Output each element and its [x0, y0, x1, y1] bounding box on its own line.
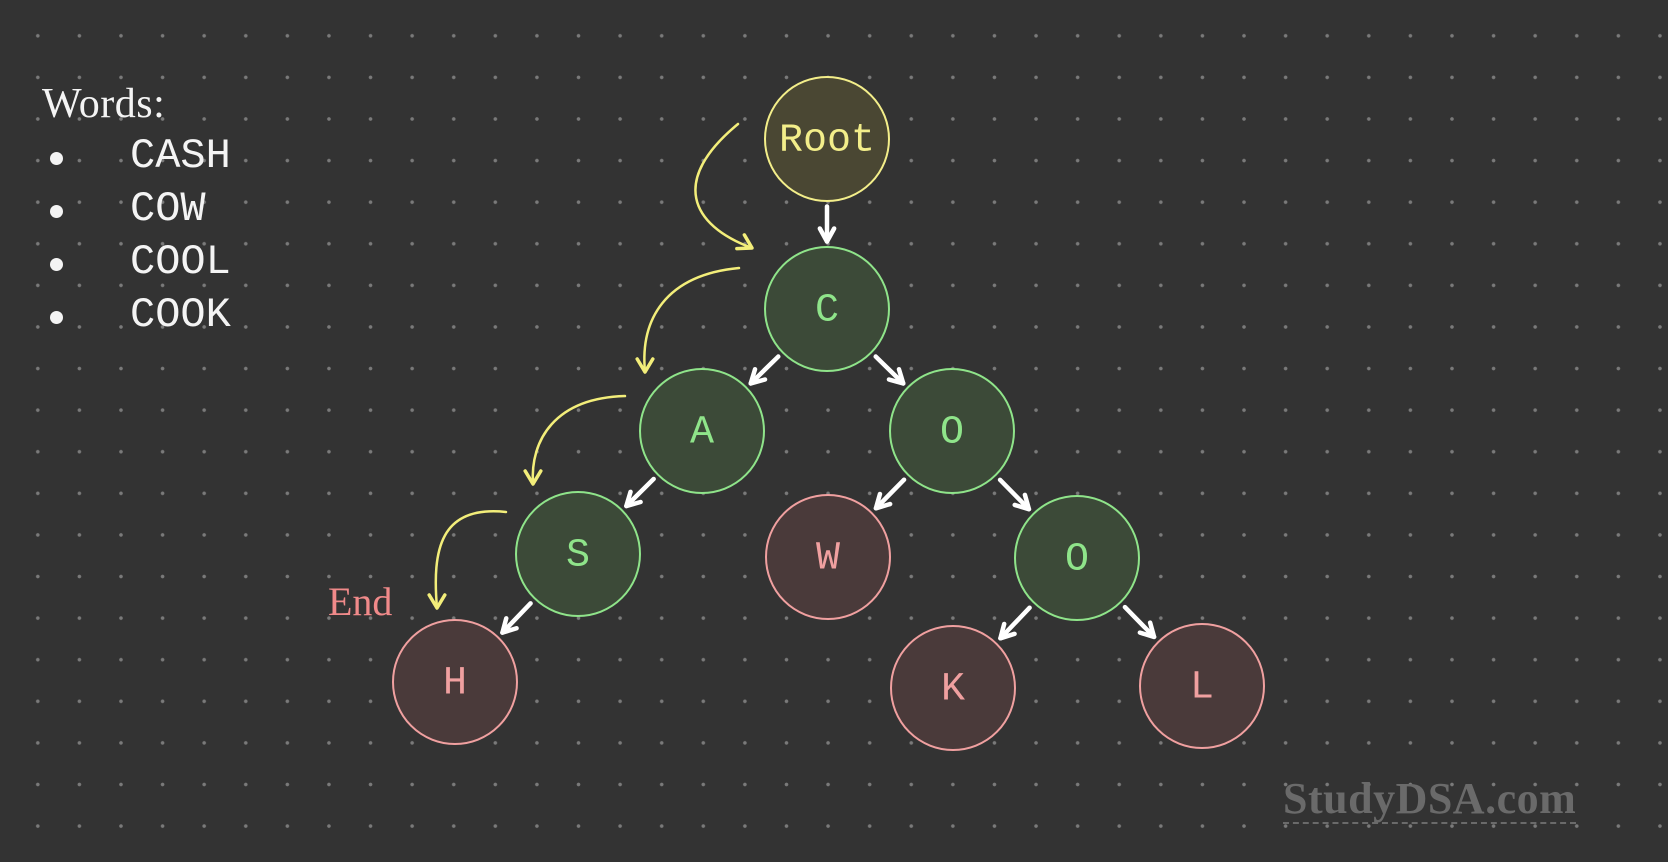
- edge-arrow-icon: [997, 477, 1032, 512]
- node-label: L: [1190, 666, 1214, 711]
- edge-arrow-icon: [998, 605, 1032, 641]
- trie-node-s: S: [515, 491, 641, 617]
- end-label: End: [328, 579, 393, 624]
- trie-node-a: A: [639, 368, 765, 494]
- edge-arrow-icon: [624, 476, 656, 509]
- trie-nodes: Root C A O S W O H K L: [392, 76, 1265, 751]
- traversal-arrow-icon: [635, 266, 741, 374]
- trie-node-o2: O: [1014, 495, 1140, 621]
- trie-node-w: W: [765, 494, 891, 620]
- trie-node-o1: O: [889, 368, 1015, 494]
- node-label: A: [690, 411, 714, 456]
- node-label: W: [816, 537, 840, 582]
- traversal-arrow-icon: [523, 394, 627, 486]
- trie-node-k: K: [890, 625, 1016, 751]
- edge-arrow-icon: [873, 354, 906, 386]
- node-label: S: [566, 534, 590, 579]
- watermark: StudyDSA.com: [1283, 774, 1577, 824]
- traversal-arrow-icon: [694, 122, 754, 251]
- trie-node-h: H: [392, 619, 518, 745]
- node-label: C: [815, 289, 839, 334]
- edge-arrow-icon: [873, 477, 907, 511]
- node-label: K: [941, 668, 965, 713]
- edge-arrow-icon: [500, 601, 533, 635]
- trie-node-root: Root: [764, 76, 890, 202]
- edge-arrow-icon: [748, 354, 781, 386]
- edge-arrow-icon: [817, 204, 837, 244]
- node-label: O: [940, 411, 964, 456]
- node-label: O: [1065, 538, 1089, 583]
- node-label: Root: [779, 119, 875, 164]
- traversal-arrow-icon: [427, 510, 508, 610]
- node-label: H: [443, 662, 467, 707]
- trie-node-c: C: [764, 246, 890, 372]
- edge-arrow-icon: [1122, 604, 1157, 640]
- trie-node-l: L: [1139, 623, 1265, 749]
- trie-diagram: Root C A O S W O H K L: [392, 76, 1265, 751]
